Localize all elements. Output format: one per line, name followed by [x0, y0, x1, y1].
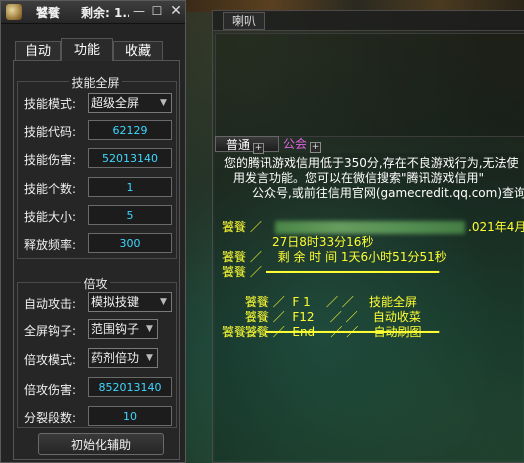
skill-mode-label: 技能模式: — [24, 97, 77, 111]
fullscreen-hook-select[interactable]: 范围钩子 ▼ — [88, 319, 158, 339]
close-button[interactable]: ✕ — [169, 4, 183, 19]
skill-size-input[interactable]: 5 — [88, 205, 172, 225]
tab-horn[interactable]: 喇叭 — [223, 12, 266, 30]
split-count-label: 分裂段数: — [24, 411, 77, 425]
skill-count-label: 技能个数: — [24, 182, 77, 196]
tab-function[interactable]: 功能 — [61, 38, 113, 61]
cast-frequency-label: 释放频率: — [24, 238, 77, 252]
chat-message-text: ━━━━━━━━━━━━━━━━━━━━━━━━ — [265, 325, 440, 339]
skill-code-input[interactable]: 62129 — [88, 120, 172, 140]
horn-message-pane — [215, 33, 524, 137]
title-bar[interactable]: 饕餮 剩余: 1... — ☐ ✕ — [1, 1, 185, 24]
multi-attack-damage-label: 倍攻伤害: — [24, 383, 77, 397]
tab-guild-label: 公会 — [283, 137, 308, 151]
multi-attack-mode-label: 倍攻模式: — [24, 353, 77, 367]
tab-general[interactable]: 普通 + — [215, 136, 279, 154]
tab-auto[interactable]: 自动 — [15, 41, 61, 61]
init-assistant-button[interactable]: 初始化辅助 — [38, 433, 164, 455]
chat-message: 饕餮 ／ ━━━━━━━━━━━━━━━━━━━━━━━━ — [215, 325, 524, 340]
chat-message-text: .021年4月 — [468, 220, 524, 234]
chevron-down-icon: ▼ — [160, 98, 167, 108]
chat-message-text: 27日8时33分16秒 — [272, 235, 374, 249]
redacted-block — [275, 221, 465, 234]
multi-attack-mode-value: 药剂倍功 — [91, 351, 140, 365]
multi-attack-group-title-text: 倍攻 — [81, 277, 110, 291]
chat-message-text: 剩 余 时 间 1天6小时51分51秒 — [277, 250, 447, 264]
minimize-button[interactable]: — — [132, 4, 146, 19]
chat-sender: 饕餮 ／ — [222, 250, 262, 264]
chat-message-text: ━━━━━━━━━━━━━━━━━━━━━━━━ — [265, 265, 440, 279]
chat-sender: 饕餮 ／ — [222, 220, 262, 234]
credit-notice-line: 您的腾讯游戏信用低于350分,存在不良游戏行为,无法使 — [224, 156, 519, 170]
skill-code-label: 技能代码: — [24, 125, 77, 139]
auto-attack-value: 模拟技键 — [91, 295, 140, 309]
auto-attack-select[interactable]: 模拟技键 ▼ — [88, 292, 172, 312]
skill-damage-label: 技能伤害: — [24, 153, 77, 167]
split-count-input[interactable]: 10 — [88, 406, 172, 426]
skill-group-title-text: 技能全屏 — [69, 76, 122, 90]
remaining-time: 剩余: 1... — [81, 6, 129, 20]
chevron-down-icon: ▼ — [160, 297, 167, 307]
tab-guild[interactable]: 公会 + — [273, 136, 345, 153]
app-title: 饕餮 — [36, 6, 61, 20]
chat-header: 喇叭 — [213, 11, 524, 31]
chevron-down-icon: ▼ — [146, 324, 153, 334]
multi-attack-mode-select[interactable]: 药剂倍功 ▼ — [88, 348, 158, 368]
chevron-down-icon: ▼ — [146, 353, 153, 363]
fullscreen-hook-label: 全屏钩子: — [24, 324, 77, 338]
chat-message: 饕餮 ／ ━━━━━━━━━━━━━━━━━━━━━━━━ — [215, 265, 524, 280]
credit-notice-line: 公众号,或前往信用官网(gamecredit.qq.com)查询 — [252, 186, 524, 200]
multi-attack-group-title: 倍攻 — [13, 275, 178, 292]
tab-general-label: 普通 — [226, 138, 251, 152]
chat-sender: 饕餮 ／ — [222, 265, 262, 279]
chat-message: 饕餮 ／ 剩 余 时 间 1天6小时51分51秒 — [215, 250, 524, 265]
cast-frequency-input[interactable]: 300 — [88, 233, 172, 253]
skill-mode-value: 超级全屏 — [91, 96, 140, 110]
credit-notice-line: 用发言功能。您可以在微信搜索"腾讯游戏信用" — [233, 171, 485, 185]
chat-sender: 饕餮 ／ — [222, 325, 262, 339]
auto-attack-label: 自动攻击: — [24, 297, 77, 311]
skill-count-input[interactable]: 1 — [88, 177, 172, 197]
skill-size-label: 技能大小: — [24, 210, 77, 224]
fullscreen-hook-value: 范围钩子 — [91, 322, 140, 336]
skill-group-title: 技能全屏 — [13, 74, 178, 91]
plus-icon[interactable]: + — [310, 142, 322, 153]
chat-log: 您的腾讯游戏信用低于350分,存在不良游戏行为,无法使 用发言功能。您可以在微信… — [215, 153, 524, 460]
skill-mode-select[interactable]: 超级全屏 ▼ — [88, 93, 172, 113]
maximize-button[interactable]: ☐ — [150, 4, 164, 19]
app-logo-icon — [6, 4, 22, 20]
multi-attack-damage-input[interactable]: 852013140 — [88, 377, 172, 397]
skill-damage-input[interactable]: 52013140 — [88, 148, 172, 168]
tab-favorites[interactable]: 收藏 — [113, 41, 163, 61]
assistant-window: 饕餮 剩余: 1... — ☐ ✕ 自动 功能 收藏 技能全屏 技能模式: 超级… — [0, 0, 186, 463]
chat-window: 喇叭 普通 + 公会 + 您的腾讯游戏信用低于350分,存在不良游戏行为,无法使 用… — [212, 10, 524, 463]
